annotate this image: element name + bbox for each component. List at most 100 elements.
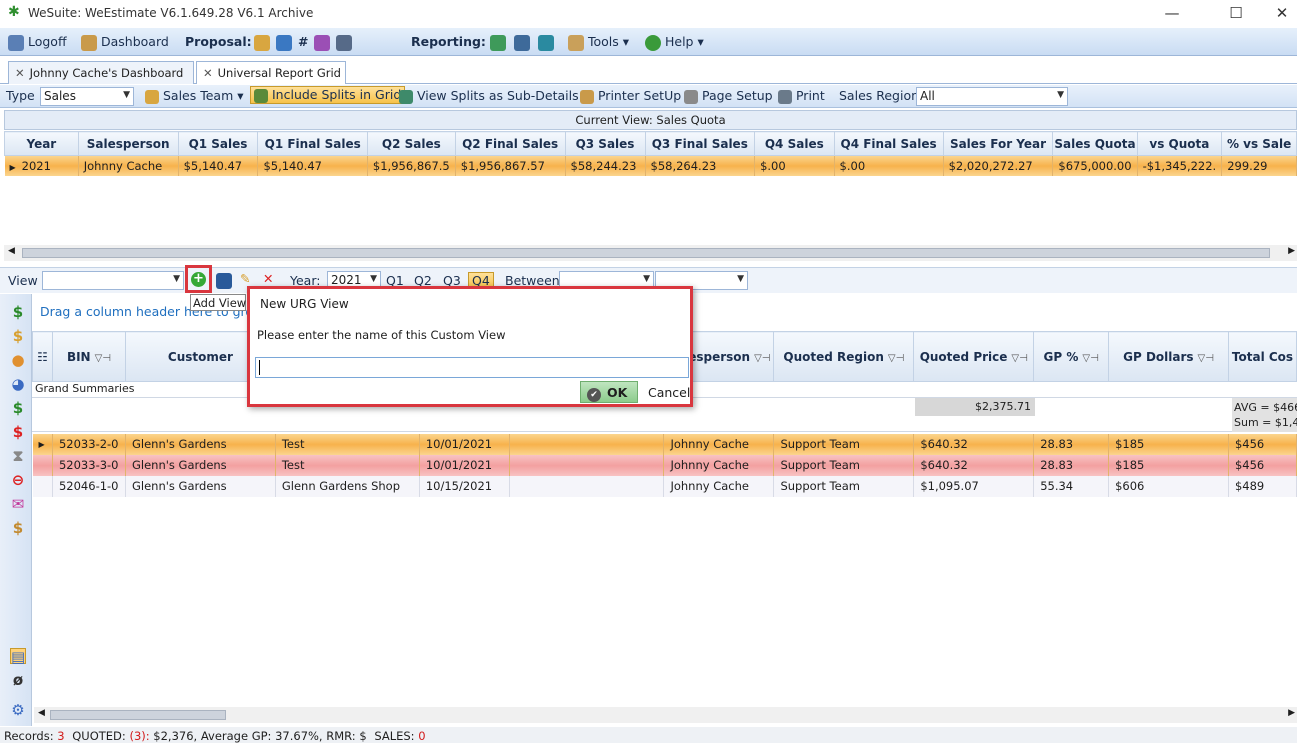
filter-icon[interactable]: ▽⊣ [95, 353, 111, 364]
col-header[interactable]: vs Quota [1136, 131, 1223, 156]
page-setup-button[interactable]: Page Setup [684, 88, 773, 104]
close-tab-icon[interactable]: ✕ [15, 66, 25, 80]
col-header[interactable]: Q2 Final Sales [454, 131, 566, 156]
edit-view-button[interactable]: ✎ [240, 271, 250, 286]
col-header-bin[interactable]: BIN ▽⊣ [51, 331, 126, 382]
list-icon[interactable] [314, 34, 331, 51]
maximize-button[interactable]: ☐ [1213, 2, 1259, 24]
cell: 10/01/2021 [419, 454, 510, 476]
scroll-thumb[interactable] [50, 710, 226, 720]
dollar-icon[interactable]: $ [10, 400, 26, 416]
tools-menu[interactable]: Tools ▾ [568, 34, 629, 51]
col-header[interactable]: % vs Sale [1221, 131, 1297, 156]
cell: 52033-2-0 [52, 433, 126, 455]
document-icon[interactable] [336, 34, 353, 51]
settings-icon[interactable]: ⚙ [10, 702, 26, 718]
money-bag-icon[interactable]: ● [10, 352, 26, 368]
col-header-total-cost[interactable]: Total Cos [1227, 331, 1297, 382]
column-chooser-icon[interactable]: ☷ [32, 331, 53, 382]
col-header[interactable]: Q1 Sales [177, 131, 259, 156]
close-window-button[interactable]: ✕ [1259, 2, 1297, 24]
table-row[interactable]: 52033-3-0 Glenn's Gardens Test 10/01/202… [32, 454, 1297, 476]
proposal-icons[interactable]: # [254, 34, 353, 51]
grid-hash-icon[interactable]: # [298, 34, 308, 49]
year-value: 2021 [331, 273, 362, 287]
table-row[interactable]: ▶ 2021 Johnny Cache $5,140.47 $5,140.47 $… [4, 155, 1297, 176]
logoff-button[interactable]: Logoff [8, 34, 67, 51]
table-row[interactable]: ▶ 52033-2-0 Glenn's Gardens Test 10/01/2… [32, 433, 1297, 455]
filter-icon[interactable]: ▽⊣ [1198, 353, 1214, 364]
type-select[interactable]: Sales ▼ [40, 87, 134, 106]
col-header[interactable]: Q3 Final Sales [644, 131, 756, 156]
col-header[interactable]: Salesperson [77, 131, 179, 156]
filter-icon[interactable]: ▽⊣ [888, 353, 904, 364]
quota-grid[interactable]: Year Salesperson Q1 Sales Q1 Final Sales… [4, 131, 1297, 176]
null-filter-icon[interactable]: ø [10, 672, 26, 688]
detail-grid-scrollbar[interactable]: ◀ ▶ [34, 707, 1297, 723]
dashboard-report-icon[interactable] [537, 34, 554, 51]
ok-button[interactable]: ✔ OK [580, 381, 638, 403]
tab-dashboard[interactable]: ✕ Johnny Cache's Dashboard [8, 61, 194, 84]
chevron-down-icon: ▼ [643, 274, 650, 284]
col-header-gp-percent[interactable]: GP % ▽⊣ [1033, 331, 1110, 382]
cell: Test [275, 454, 420, 476]
col-header[interactable]: Year [4, 131, 79, 156]
include-splits-button[interactable]: Include Splits in Grid [250, 86, 406, 104]
line-chart-icon[interactable] [490, 34, 506, 51]
pie-chart-icon[interactable]: ◕ [10, 376, 26, 392]
minimize-button[interactable]: — [1149, 2, 1195, 24]
col-header[interactable]: Q2 Sales [366, 131, 456, 156]
stop-icon[interactable]: ⊖ [10, 472, 26, 488]
view-name-input[interactable] [255, 357, 689, 378]
dollar-icon[interactable]: $ [10, 424, 26, 440]
table-row[interactable]: 52046-1-0 Glenn's Gardens Glenn Gardens … [32, 475, 1297, 497]
tools-proposal-icon[interactable] [275, 34, 292, 51]
scroll-thumb[interactable] [22, 248, 1270, 258]
close-tab-icon[interactable]: ✕ [203, 66, 213, 80]
col-header[interactable]: Q1 Final Sales [257, 131, 368, 156]
add-view-button[interactable]: + [185, 265, 212, 293]
delete-view-button[interactable]: ✕ [263, 271, 273, 286]
grid-view-icon[interactable]: ▤ [10, 648, 26, 665]
col-header[interactable]: Q4 Final Sales [833, 131, 944, 156]
title-bar: ✱ WeSuite: WeEstimate V6.1.649.28 V6.1 A… [0, 0, 1297, 27]
print-button[interactable]: Print [778, 88, 825, 104]
col-header-gp-dollars[interactable]: GP Dollars ▽⊣ [1108, 331, 1229, 382]
dashboard-button[interactable]: Dashboard [81, 34, 169, 51]
view-splits-button[interactable]: View Splits as Sub-Details [399, 88, 579, 104]
col-header[interactable]: Q4 Sales [754, 131, 835, 156]
col-header-text: Quoted Price [919, 349, 1008, 364]
sales-region-select[interactable]: All ▼ [916, 87, 1068, 106]
filter-icon[interactable]: ▽⊣ [1011, 353, 1027, 364]
reporting-icons[interactable] [490, 34, 554, 51]
col-header-quoted-region[interactable]: Quoted Region ▽⊣ [773, 331, 915, 382]
cancel-button[interactable]: Cancel [648, 385, 690, 400]
mail-icon[interactable]: ✉ [10, 496, 26, 512]
users-icon[interactable] [254, 34, 270, 51]
scroll-left-icon[interactable]: ◀ [8, 246, 15, 256]
scroll-right-icon[interactable]: ▶ [1288, 246, 1295, 256]
logoff-label: Logoff [27, 34, 67, 49]
col-header-quoted-price[interactable]: Quoted Price ▽⊣ [913, 331, 1035, 382]
dollar-icon[interactable]: $ [10, 304, 26, 320]
col-header[interactable]: Q3 Sales [564, 131, 646, 156]
save-view-button[interactable] [216, 272, 232, 289]
printer-setup-button[interactable]: Printer SetUp [580, 88, 681, 104]
hourglass-icon[interactable]: ⧗ [10, 448, 26, 464]
filter-icon[interactable]: ▽⊣ [754, 353, 770, 364]
col-header[interactable]: Sales Quota [1052, 131, 1138, 156]
tab-universal-report-grid[interactable]: ✕ Universal Report Grid [196, 61, 346, 84]
records-count: 3 [57, 729, 65, 743]
dollar-icon[interactable]: $ [10, 328, 26, 344]
filter-icon[interactable]: ▽⊣ [1082, 353, 1098, 364]
help-menu[interactable]: Help ▾ [645, 34, 704, 51]
quota-grid-scrollbar[interactable]: ◀ ▶ [4, 245, 1297, 261]
money-icon[interactable]: $ [10, 520, 26, 536]
col-header[interactable]: Sales For Year [942, 131, 1054, 156]
sales-team-button[interactable]: Sales Team ▾ [145, 88, 244, 104]
report-chart-icon[interactable] [513, 34, 530, 51]
scroll-left-icon[interactable]: ◀ [38, 708, 45, 718]
new-urg-view-dialog: New URG View Please enter the name of th… [247, 286, 693, 407]
view-select[interactable]: ▼ [42, 271, 184, 290]
scroll-right-icon[interactable]: ▶ [1288, 708, 1295, 718]
